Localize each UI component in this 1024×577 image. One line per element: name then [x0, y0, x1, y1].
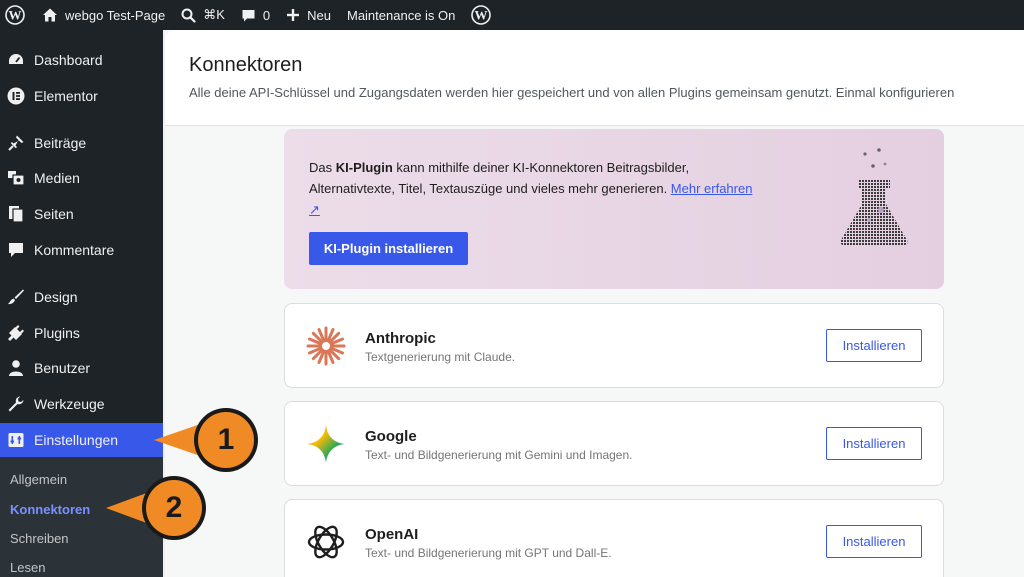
install-openai-button[interactable]: Installieren [826, 525, 922, 558]
main-content: Konnektoren Alle deine API-Schlüssel und… [165, 30, 1024, 577]
ai-plugin-promo: Das KI-Plugin kann mithilfe deiner KI-Ko… [284, 129, 944, 289]
install-google-button[interactable]: Installieren [826, 427, 922, 460]
install-ai-plugin-button[interactable]: KI-Plugin installieren [309, 232, 468, 265]
sidebar-item-label: Beiträge [34, 135, 87, 151]
sidebar-item-label: Werkzeuge [34, 396, 105, 412]
plus-icon [287, 9, 300, 21]
connector-name: OpenAI [365, 526, 419, 543]
page-description: Alle deine API-Schlüssel und Zugangsdate… [189, 85, 955, 100]
promo-text-pre: Das [309, 160, 336, 175]
sidebar-item-label: Seiten [34, 206, 74, 222]
sidebar-item-label: Medien [34, 170, 80, 186]
sidebar-item-media[interactable]: Medien [0, 161, 163, 195]
sidebar-item-dashboard[interactable]: Dashboard [0, 43, 163, 77]
submenu-item-writing[interactable]: Schreiben [10, 531, 69, 546]
comments-menu[interactable]: 0 [233, 0, 278, 30]
sidebar-item-label: Design [34, 289, 78, 305]
submenu-item-general[interactable]: Allgemein [10, 472, 67, 487]
page-title: Konnektoren [189, 54, 303, 76]
home-icon [43, 8, 57, 22]
callout-number-1: 1 [217, 423, 235, 456]
new-content-menu[interactable]: Neu [278, 0, 339, 30]
sidebar-item-users[interactable]: Benutzer [0, 351, 163, 385]
admin-bar: W webgo Test-Page ⌘K 0 Neu Maintenance i… [0, 0, 1024, 30]
search-icon [181, 8, 196, 23]
flask-icon [840, 148, 908, 245]
promo-text: Das KI-Plugin kann mithilfe deiner KI-Ko… [309, 157, 759, 220]
wordpress-icon: W [471, 5, 492, 25]
sidebar-item-label: Plugins [34, 325, 80, 341]
sidebar-item-pages[interactable]: Seiten [0, 197, 163, 231]
install-anthropic-button[interactable]: Installieren [826, 329, 922, 362]
connector-description: Textgenerierung mit Claude. [365, 350, 516, 364]
sidebar-item-design[interactable]: Design [0, 280, 163, 314]
sidebar-item-label: Elementor [34, 88, 98, 104]
sidebar-item-tools[interactable]: Werkzeuge [0, 387, 163, 421]
brush-icon [6, 287, 26, 307]
connector-card-openai: OpenAI Text- und Bildgenerierung mit GPT… [284, 499, 944, 577]
anthropic-logo-icon [305, 325, 347, 367]
gemini-logo-icon [305, 423, 347, 465]
promo-text-bold: KI-Plugin [335, 160, 393, 175]
user-icon [6, 358, 26, 378]
elementor-icon [6, 86, 26, 106]
sidebar-item-posts[interactable]: Beiträge [0, 126, 163, 160]
connector-name: Anthropic [365, 330, 436, 347]
submenu-item-reading[interactable]: Lesen [10, 560, 45, 575]
wrench-icon [6, 394, 26, 414]
page-header: Konnektoren Alle deine API-Schlüssel und… [165, 30, 1024, 126]
sidebar-item-settings[interactable]: Einstellungen [0, 423, 163, 457]
connector-card-anthropic: Anthropic Textgenerierung mit Claude. In… [284, 303, 944, 388]
pages-icon [6, 204, 26, 224]
sidebar-item-elementor[interactable]: Elementor [0, 79, 163, 113]
sidebar-item-comments[interactable]: Kommentare [0, 233, 163, 267]
new-label: Neu [307, 7, 331, 23]
submenu-item-connectors[interactable]: Konnektoren [10, 502, 90, 517]
openai-logo-icon [305, 521, 347, 563]
sidebar-item-plugins[interactable]: Plugins [0, 316, 163, 350]
plugin-icon [6, 323, 26, 343]
wordpress-logo-icon: W [5, 5, 25, 25]
connector-card-google: Google Text- und Bildgenerierung mit Gem… [284, 401, 944, 486]
connector-name: Google [365, 428, 417, 445]
svg-text:W: W [475, 8, 488, 23]
sidebar-item-label: Dashboard [34, 52, 103, 68]
callout-number-2: 2 [165, 491, 183, 524]
wordpress-menu[interactable]: W [463, 0, 499, 30]
maintenance-label: Maintenance is On [346, 7, 456, 23]
connector-description: Text- und Bildgenerierung mit Gemini und… [365, 448, 633, 462]
svg-text:W: W [9, 8, 22, 23]
connector-description: Text- und Bildgenerierung mit GPT und Da… [365, 546, 612, 560]
sidebar-item-label: Benutzer [34, 360, 91, 376]
comment-icon [242, 9, 255, 21]
wordpress-logo-menu[interactable]: W [0, 0, 34, 30]
pin-icon [6, 133, 26, 153]
comment-icon [6, 240, 26, 260]
media-icon [6, 168, 26, 188]
site-name: webgo Test-Page [65, 7, 166, 23]
search-shortcut: ⌘K [203, 7, 225, 22]
command-search[interactable]: ⌘K [173, 0, 233, 30]
maintenance-status[interactable]: Maintenance is On [339, 0, 463, 30]
dashboard-icon [6, 50, 26, 70]
sidebar-item-label: Kommentare [34, 242, 115, 258]
comments-count: 0 [262, 7, 271, 23]
settings-icon [6, 430, 26, 450]
sidebar-item-label: Einstellungen [34, 432, 119, 448]
site-name-menu[interactable]: webgo Test-Page [34, 0, 173, 30]
